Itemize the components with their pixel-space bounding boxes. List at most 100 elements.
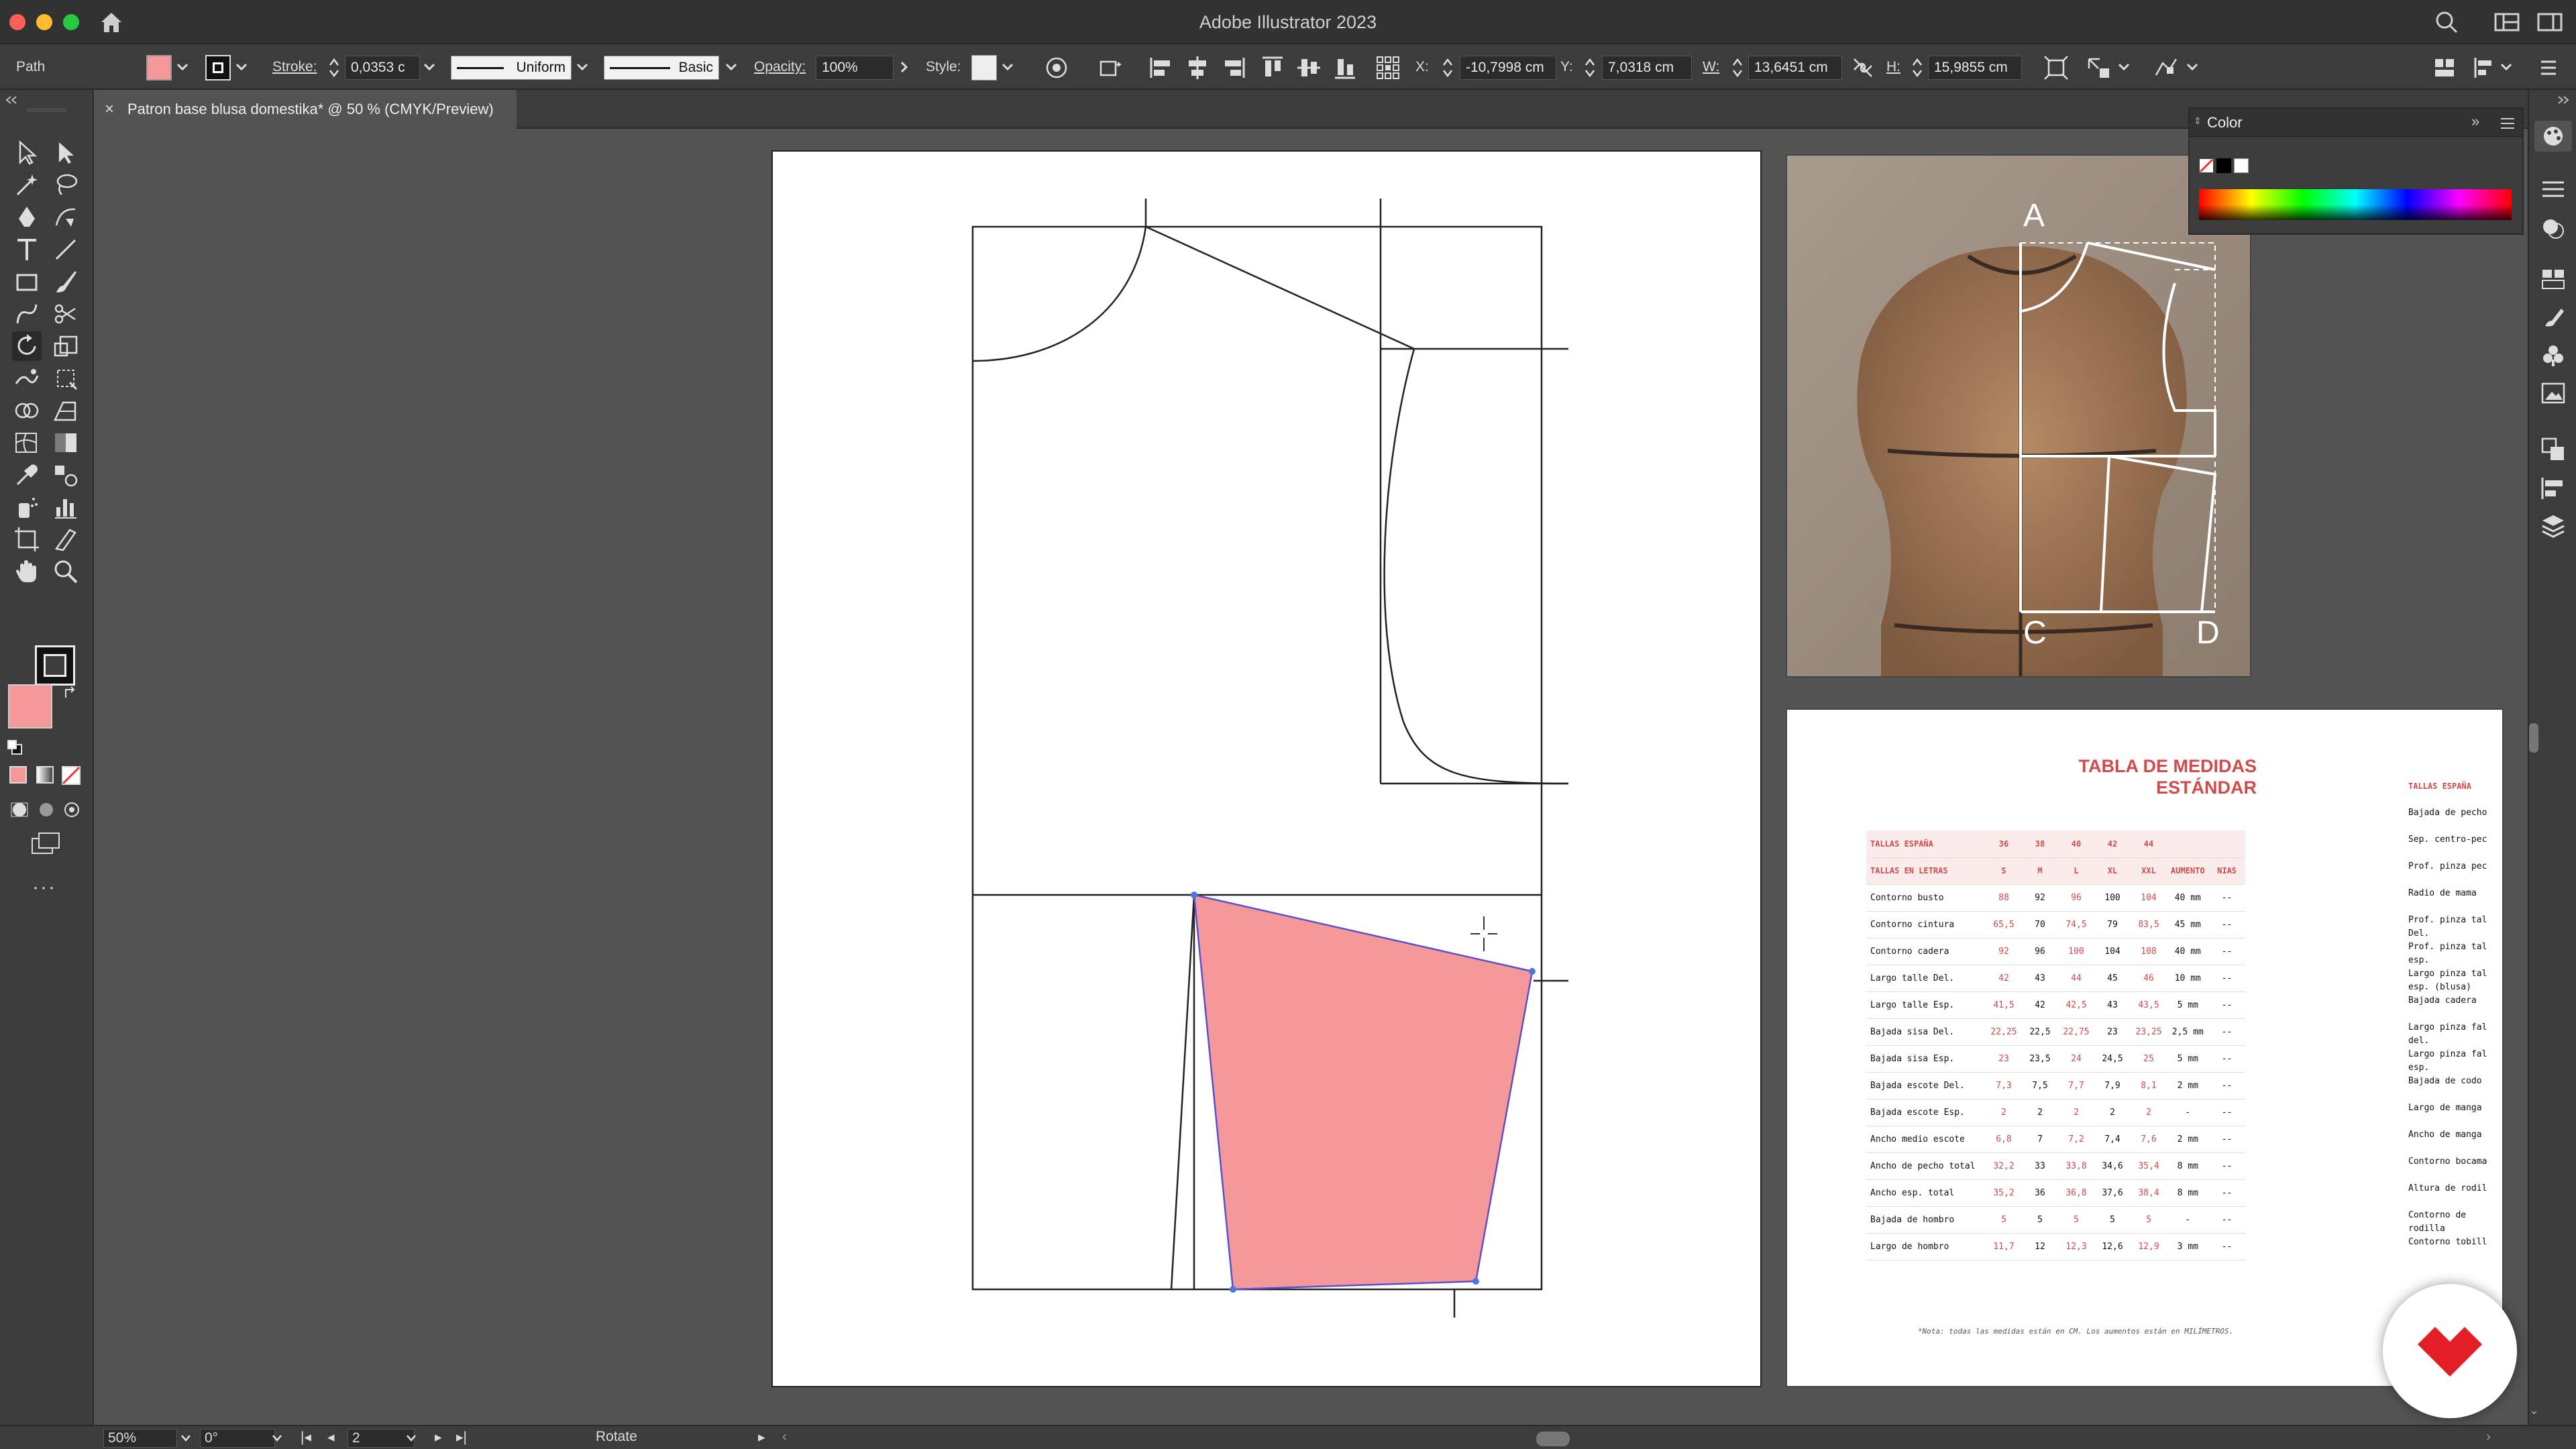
w-stepper-icon[interactable] [1732,56,1743,79]
color-spectrum[interactable] [2199,189,2512,220]
width-input[interactable]: 13,6451 cm [1748,56,1842,80]
transform-icon[interactable] [1097,55,1123,80]
color-panel-tab[interactable] [2534,121,2572,152]
edit-path-icon[interactable] [2153,55,2179,80]
shaper-tool[interactable] [12,299,42,329]
magic-wand-tool[interactable] [12,170,42,200]
stroke-color-swatch[interactable] [205,55,231,80]
document-tab[interactable]: × Patron base blusa domestika* @ 50 % (C… [94,90,517,129]
gradient-mode-button[interactable] [36,766,54,784]
panel-grip-icon[interactable]: ⇕ [2194,115,2202,127]
edit-toolbar-ellipsis-icon[interactable]: ··· [32,876,56,899]
selection-tool[interactable] [12,138,42,168]
chevron-down-icon[interactable] [180,1433,192,1444]
appearance-icon[interactable] [2538,213,2568,243]
vertical-scroll-thumb[interactable] [2529,723,2538,753]
arrange-documents-icon[interactable] [2432,55,2458,80]
libraries-icon[interactable] [2538,264,2568,294]
curvature-tool[interactable] [51,203,80,232]
direct-selection-tool[interactable] [51,138,80,168]
draw-behind-icon[interactable] [36,801,56,818]
align-panel-icon[interactable] [2538,474,2568,503]
line-tool[interactable] [51,235,80,264]
mesh-tool[interactable] [12,428,42,458]
fill-indicator[interactable] [8,684,52,729]
transform-each-icon[interactable] [2043,55,2069,80]
symbol-sprayer-tool[interactable] [12,492,42,522]
align-right-icon[interactable] [1221,55,1246,80]
paintbrush-tool[interactable] [51,267,80,297]
align-center-icon[interactable] [1185,55,1210,80]
chevron-down-icon[interactable] [2117,60,2131,74]
column-graph-tool[interactable] [51,492,80,522]
status-menu-icon[interactable]: ▸ [758,1429,765,1446]
brushes-icon[interactable] [2538,303,2568,333]
gradient-tool[interactable] [51,428,80,458]
anchor-point[interactable] [1191,892,1197,898]
h-stepper-icon[interactable] [1912,56,1923,79]
align-bottom-icon[interactable] [1332,55,1358,80]
chevron-down-icon[interactable] [235,60,248,74]
chevron-down-icon[interactable] [405,1433,417,1444]
last-artboard-icon[interactable]: ▸| [456,1429,467,1446]
change-screen-mode-icon[interactable] [30,832,62,856]
scroll-down-icon[interactable]: ⌄ [2529,1403,2539,1417]
image-trace-icon[interactable] [2538,378,2568,408]
selected-dart-shape[interactable] [1193,894,1534,1291]
isolate-group-icon[interactable] [2086,55,2112,80]
reference-point-icon[interactable] [1375,55,1401,80]
fill-color-swatch[interactable] [146,55,172,80]
symbols-icon[interactable] [2538,341,2568,370]
align-middle-icon[interactable] [1296,55,1322,80]
constrain-proportions-link-icon[interactable] [1850,55,1876,80]
mannequin-reference-image[interactable]: A C D [1786,154,2251,678]
chevron-down-icon[interactable] [576,60,589,74]
brush-definition-select[interactable]: Basic [604,56,719,80]
black-swatch[interactable] [2216,158,2231,173]
chevron-down-icon[interactable] [271,1433,283,1444]
x-stepper-icon[interactable] [1442,56,1453,79]
slice-tool[interactable] [51,525,80,554]
draw-inside-icon[interactable] [62,801,82,818]
align-top-icon[interactable] [1260,55,1285,80]
graphic-style-swatch[interactable] [971,55,997,80]
free-transform-tool[interactable] [51,364,80,393]
toolbar-grip[interactable] [27,109,67,111]
next-artboard-icon[interactable]: ▸ [435,1429,442,1446]
chevron-down-icon[interactable] [2500,60,2513,74]
zoom-level-input[interactable]: 50% [103,1429,177,1448]
anchor-point[interactable] [1472,1278,1479,1285]
artboard-number-input[interactable]: 2 [347,1429,415,1448]
chevron-down-icon[interactable] [1001,60,1014,74]
none-mode-icon[interactable] [62,766,80,785]
draw-normal-icon[interactable] [9,801,30,818]
perspective-tool[interactable] [51,396,80,425]
expand-panels-icon[interactable] [2556,95,2572,105]
pen-tool[interactable] [12,203,42,232]
workspace-switcher-icon[interactable] [2494,12,2520,32]
chevron-right-icon[interactable] [898,60,911,74]
stroke-weight-input[interactable]: 0,0353 c [345,56,420,80]
stroke-profile-select[interactable]: Uniform [451,56,572,80]
recolor-artwork-icon[interactable] [1044,55,1069,80]
horizontal-scroll-thumb[interactable] [1536,1432,1570,1446]
panel-layout-icon[interactable] [2537,12,2563,32]
first-artboard-icon[interactable]: |◂ [301,1429,311,1446]
shape-builder-tool[interactable] [12,396,42,425]
zoom-tool[interactable] [51,557,80,586]
chevron-down-icon[interactable] [724,60,738,74]
warp-tool[interactable] [12,364,42,393]
scale-tool[interactable] [51,331,80,361]
properties-icon[interactable] [2538,174,2568,204]
y-position-input[interactable]: 7,0318 cm [1602,56,1692,80]
rotation-input[interactable]: 0° [200,1429,275,1448]
chevron-down-icon[interactable] [176,60,189,74]
height-input[interactable]: 15,9855 cm [1928,56,2022,80]
domestika-logo-button[interactable] [2383,1284,2517,1418]
transform-panel-icon[interactable] [2538,435,2568,464]
chevron-down-icon[interactable] [423,60,436,74]
eyedropper-tool[interactable] [12,460,42,490]
x-position-input[interactable]: -10,7998 cm [1460,56,1556,80]
y-stepper-icon[interactable] [1585,56,1595,79]
layers-icon[interactable] [2538,511,2568,541]
